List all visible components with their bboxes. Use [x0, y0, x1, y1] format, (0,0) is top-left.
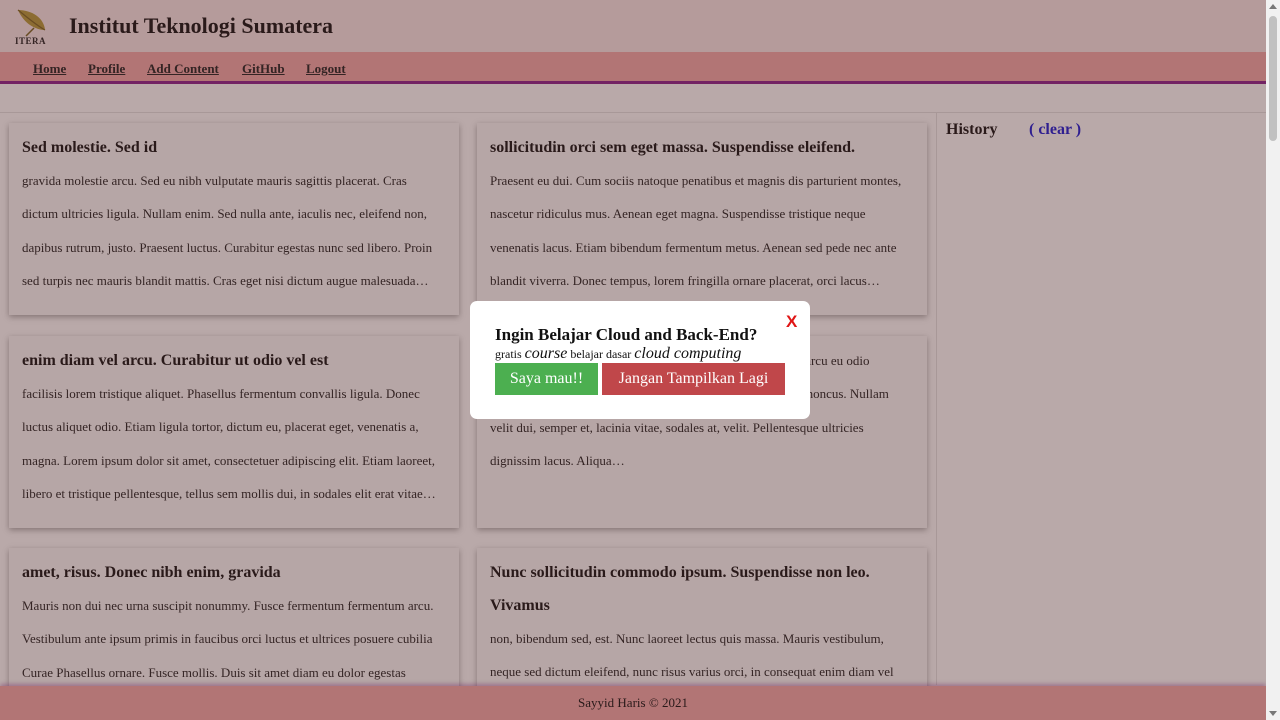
modal-title: Ingin Belajar Cloud and Back-End? [495, 325, 758, 344]
modal-subtitle: gratis course belajar dasar cloud comput… [495, 345, 741, 363]
scrollbar[interactable] [1266, 0, 1280, 720]
promo-modal: X Ingin Belajar Cloud and Back-End? grat… [470, 301, 810, 419]
accept-button[interactable]: Saya mau!! [495, 363, 598, 395]
dismiss-forever-button[interactable]: Jangan Tampilkan Lagi [602, 363, 785, 395]
modal-close-button[interactable]: X [786, 312, 797, 332]
scroll-down-arrow-icon[interactable] [1269, 711, 1277, 716]
modal-sub-text: belajar dasar [567, 347, 635, 361]
scroll-thumb[interactable] [1269, 16, 1277, 141]
scroll-up-arrow-icon[interactable] [1269, 4, 1277, 9]
modal-sub-emph: cloud computing [634, 345, 742, 362]
modal-sub-text: gratis [495, 347, 525, 361]
modal-sub-emph: course [524, 345, 568, 362]
